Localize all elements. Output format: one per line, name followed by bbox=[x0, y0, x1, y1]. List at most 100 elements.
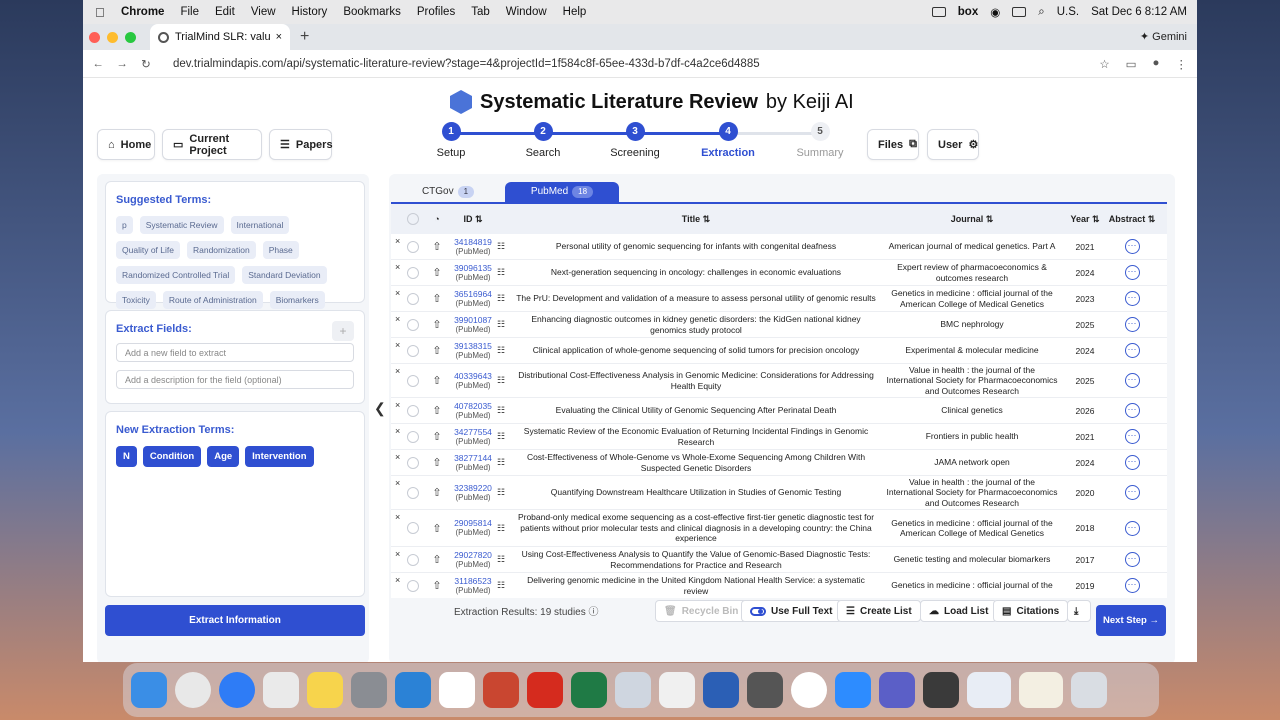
pubmed-id-link[interactable]: 29095814 bbox=[449, 518, 497, 528]
remove-row-icon[interactable]: × bbox=[391, 236, 401, 246]
details-icon[interactable]: ☷ bbox=[497, 523, 511, 534]
abstract-more-icon[interactable]: ··· bbox=[1124, 373, 1140, 388]
details-icon[interactable]: ☷ bbox=[497, 319, 511, 330]
files-button[interactable]: Files ⧉ bbox=[867, 129, 919, 160]
battery-icon[interactable] bbox=[1012, 7, 1027, 17]
abstract-more-icon[interactable]: ··· bbox=[1124, 343, 1140, 358]
search-icon[interactable]: ⌕ bbox=[1038, 6, 1044, 19]
abstract-more-icon[interactable]: ··· bbox=[1124, 291, 1140, 306]
recycle-bin-button[interactable]: 🗑 Recycle Bin bbox=[655, 600, 748, 622]
table-row[interactable]: × ⇧ 34184819 (PubMed) ☷ Personal utility of g… bbox=[391, 234, 1167, 260]
details-icon[interactable]: ☷ bbox=[497, 293, 511, 304]
details-icon[interactable]: ☷ bbox=[497, 457, 511, 468]
row-checkbox[interactable] bbox=[401, 430, 425, 443]
select-all-checkbox[interactable] bbox=[401, 213, 425, 225]
browser-tab[interactable]: TrialMind SLR: value of genom × bbox=[150, 24, 290, 50]
details-icon[interactable]: ☷ bbox=[497, 345, 511, 356]
remove-row-icon[interactable]: × bbox=[391, 366, 401, 376]
upload-icon[interactable]: ⇧ bbox=[425, 344, 449, 357]
abstract-more-icon[interactable]: ··· bbox=[1124, 552, 1140, 567]
row-checkbox[interactable] bbox=[401, 553, 425, 566]
pubmed-id-link[interactable]: 39138315 bbox=[449, 341, 497, 351]
menu-window[interactable]: Window bbox=[506, 6, 547, 18]
table-row[interactable]: × ⇧ 29027820 (PubMed) ☷ Using Cost-Effectiven… bbox=[391, 547, 1167, 573]
field-description-input[interactable]: Add a description for the field (optiona… bbox=[116, 370, 354, 389]
collapse-panel-icon[interactable]: ❮ bbox=[374, 400, 386, 417]
abstract-more-icon[interactable]: ··· bbox=[1124, 403, 1140, 418]
next-step-button[interactable]: Next Step → bbox=[1096, 605, 1166, 636]
new-field-input[interactable]: Add a new field to extract bbox=[116, 343, 354, 362]
row-checkbox[interactable] bbox=[401, 344, 425, 357]
trash-icon[interactable] bbox=[1071, 672, 1107, 708]
upload-icon[interactable]: ⇧ bbox=[425, 486, 449, 499]
extensions-icon[interactable]: ▭ bbox=[1126, 57, 1137, 71]
word-icon[interactable] bbox=[703, 672, 739, 708]
term-chip[interactable]: p bbox=[116, 216, 133, 234]
abstract-more-icon[interactable]: ··· bbox=[1124, 429, 1140, 444]
sublime-icon[interactable] bbox=[923, 672, 959, 708]
pubmed-id-link[interactable]: 32389220 bbox=[449, 483, 497, 493]
abstract-more-icon[interactable]: ··· bbox=[1124, 265, 1140, 280]
pubmed-id-link[interactable]: 39096135 bbox=[449, 263, 497, 273]
acrobat-icon[interactable] bbox=[527, 672, 563, 708]
term-chip[interactable]: Biomarkers bbox=[269, 291, 325, 309]
term-chip[interactable]: Standard Deviation bbox=[242, 266, 327, 284]
zoom-icon[interactable] bbox=[835, 672, 871, 708]
slack-icon[interactable] bbox=[439, 672, 475, 708]
header-title[interactable]: Title ⇅ bbox=[511, 214, 881, 225]
menu-history[interactable]: History bbox=[292, 6, 328, 18]
header-journal[interactable]: Journal ⇅ bbox=[881, 214, 1063, 225]
abstract-more-icon[interactable]: ··· bbox=[1124, 239, 1140, 254]
term-chip[interactable]: International bbox=[230, 216, 290, 234]
upload-icon[interactable]: ⇧ bbox=[425, 266, 449, 279]
table-row[interactable]: × ⇧ 40339643 (PubMed) ☷ Distributional Cost-E… bbox=[391, 364, 1167, 398]
recent-window-thumbnail[interactable] bbox=[967, 672, 1011, 708]
table-row[interactable]: × ⇧ 34277554 (PubMed) ☷ Systematic Review of … bbox=[391, 424, 1167, 450]
preview-icon[interactable] bbox=[615, 672, 651, 708]
details-icon[interactable]: ☷ bbox=[497, 487, 511, 498]
chatgpt-icon[interactable] bbox=[791, 672, 827, 708]
term-chip[interactable]: Randomization bbox=[186, 241, 256, 259]
upload-icon[interactable]: ⇧ bbox=[425, 404, 449, 417]
abstract-more-icon[interactable]: ··· bbox=[1124, 520, 1140, 536]
header-abstract[interactable]: Abstract ⇅ bbox=[1107, 214, 1157, 225]
table-row[interactable]: × ⇧ 39138315 (PubMed) ☷ Clinical application … bbox=[391, 338, 1167, 364]
load-list-button[interactable]: ☁ Load List bbox=[920, 600, 998, 622]
upload-icon[interactable]: ⇧ bbox=[425, 240, 449, 253]
details-icon[interactable]: ☷ bbox=[497, 580, 511, 591]
create-list-button[interactable]: ☰ Create List bbox=[837, 600, 921, 622]
step-setup[interactable]: 1 Setup bbox=[411, 122, 491, 159]
launchpad-icon[interactable] bbox=[263, 672, 299, 708]
remove-row-icon[interactable]: × bbox=[391, 400, 401, 410]
table-row[interactable]: × ⇧ 39096135 (PubMed) ☷ Next-generation seque… bbox=[391, 260, 1167, 286]
extraction-term-tag[interactable]: N bbox=[116, 446, 137, 467]
menu-edit[interactable]: Edit bbox=[215, 6, 235, 18]
pubmed-id-link[interactable]: 36516964 bbox=[449, 289, 497, 299]
step-search[interactable]: 2 Search bbox=[503, 122, 583, 159]
row-checkbox[interactable] bbox=[401, 374, 425, 387]
remove-row-icon[interactable]: × bbox=[391, 426, 401, 436]
abstract-more-icon[interactable]: ··· bbox=[1124, 485, 1140, 500]
pubmed-id-link[interactable]: 31186523 bbox=[449, 576, 497, 586]
pubmed-id-link[interactable]: 29027820 bbox=[449, 550, 497, 560]
row-checkbox[interactable] bbox=[401, 522, 425, 534]
pubmed-id-link[interactable]: 34184819 bbox=[449, 237, 497, 247]
header-year[interactable]: Year ⇅ bbox=[1063, 214, 1107, 225]
table-row[interactable]: × ⇧ 32389220 (PubMed) ☷ Quantifying Downstrea… bbox=[391, 476, 1167, 510]
row-checkbox[interactable] bbox=[401, 579, 425, 592]
row-checkbox[interactable] bbox=[401, 266, 425, 279]
zoom-window-button[interactable] bbox=[125, 31, 136, 43]
details-icon[interactable]: ☷ bbox=[497, 431, 511, 442]
table-row[interactable]: × ⇧ 39901087 (PubMed) ☷ Enhancing diagnostic … bbox=[391, 312, 1167, 338]
tab-pubmed[interactable]: PubMed 18 bbox=[505, 182, 619, 202]
term-chip[interactable]: Randomized Controlled Trial bbox=[116, 266, 236, 284]
calculator-icon[interactable] bbox=[747, 672, 783, 708]
header-id[interactable]: ID ⇅ bbox=[449, 214, 497, 225]
details-icon[interactable]: ☷ bbox=[497, 241, 511, 252]
remove-row-icon[interactable]: × bbox=[391, 549, 401, 559]
current-project-button[interactable]: ▭ Current Project bbox=[162, 129, 262, 160]
use-full-text-toggle[interactable]: Use Full Text bbox=[741, 600, 842, 622]
download-button[interactable]: ⤓ bbox=[1067, 600, 1091, 622]
bookmark-star-icon[interactable]: ☆ bbox=[1099, 57, 1109, 71]
remove-row-icon[interactable]: × bbox=[391, 288, 401, 298]
